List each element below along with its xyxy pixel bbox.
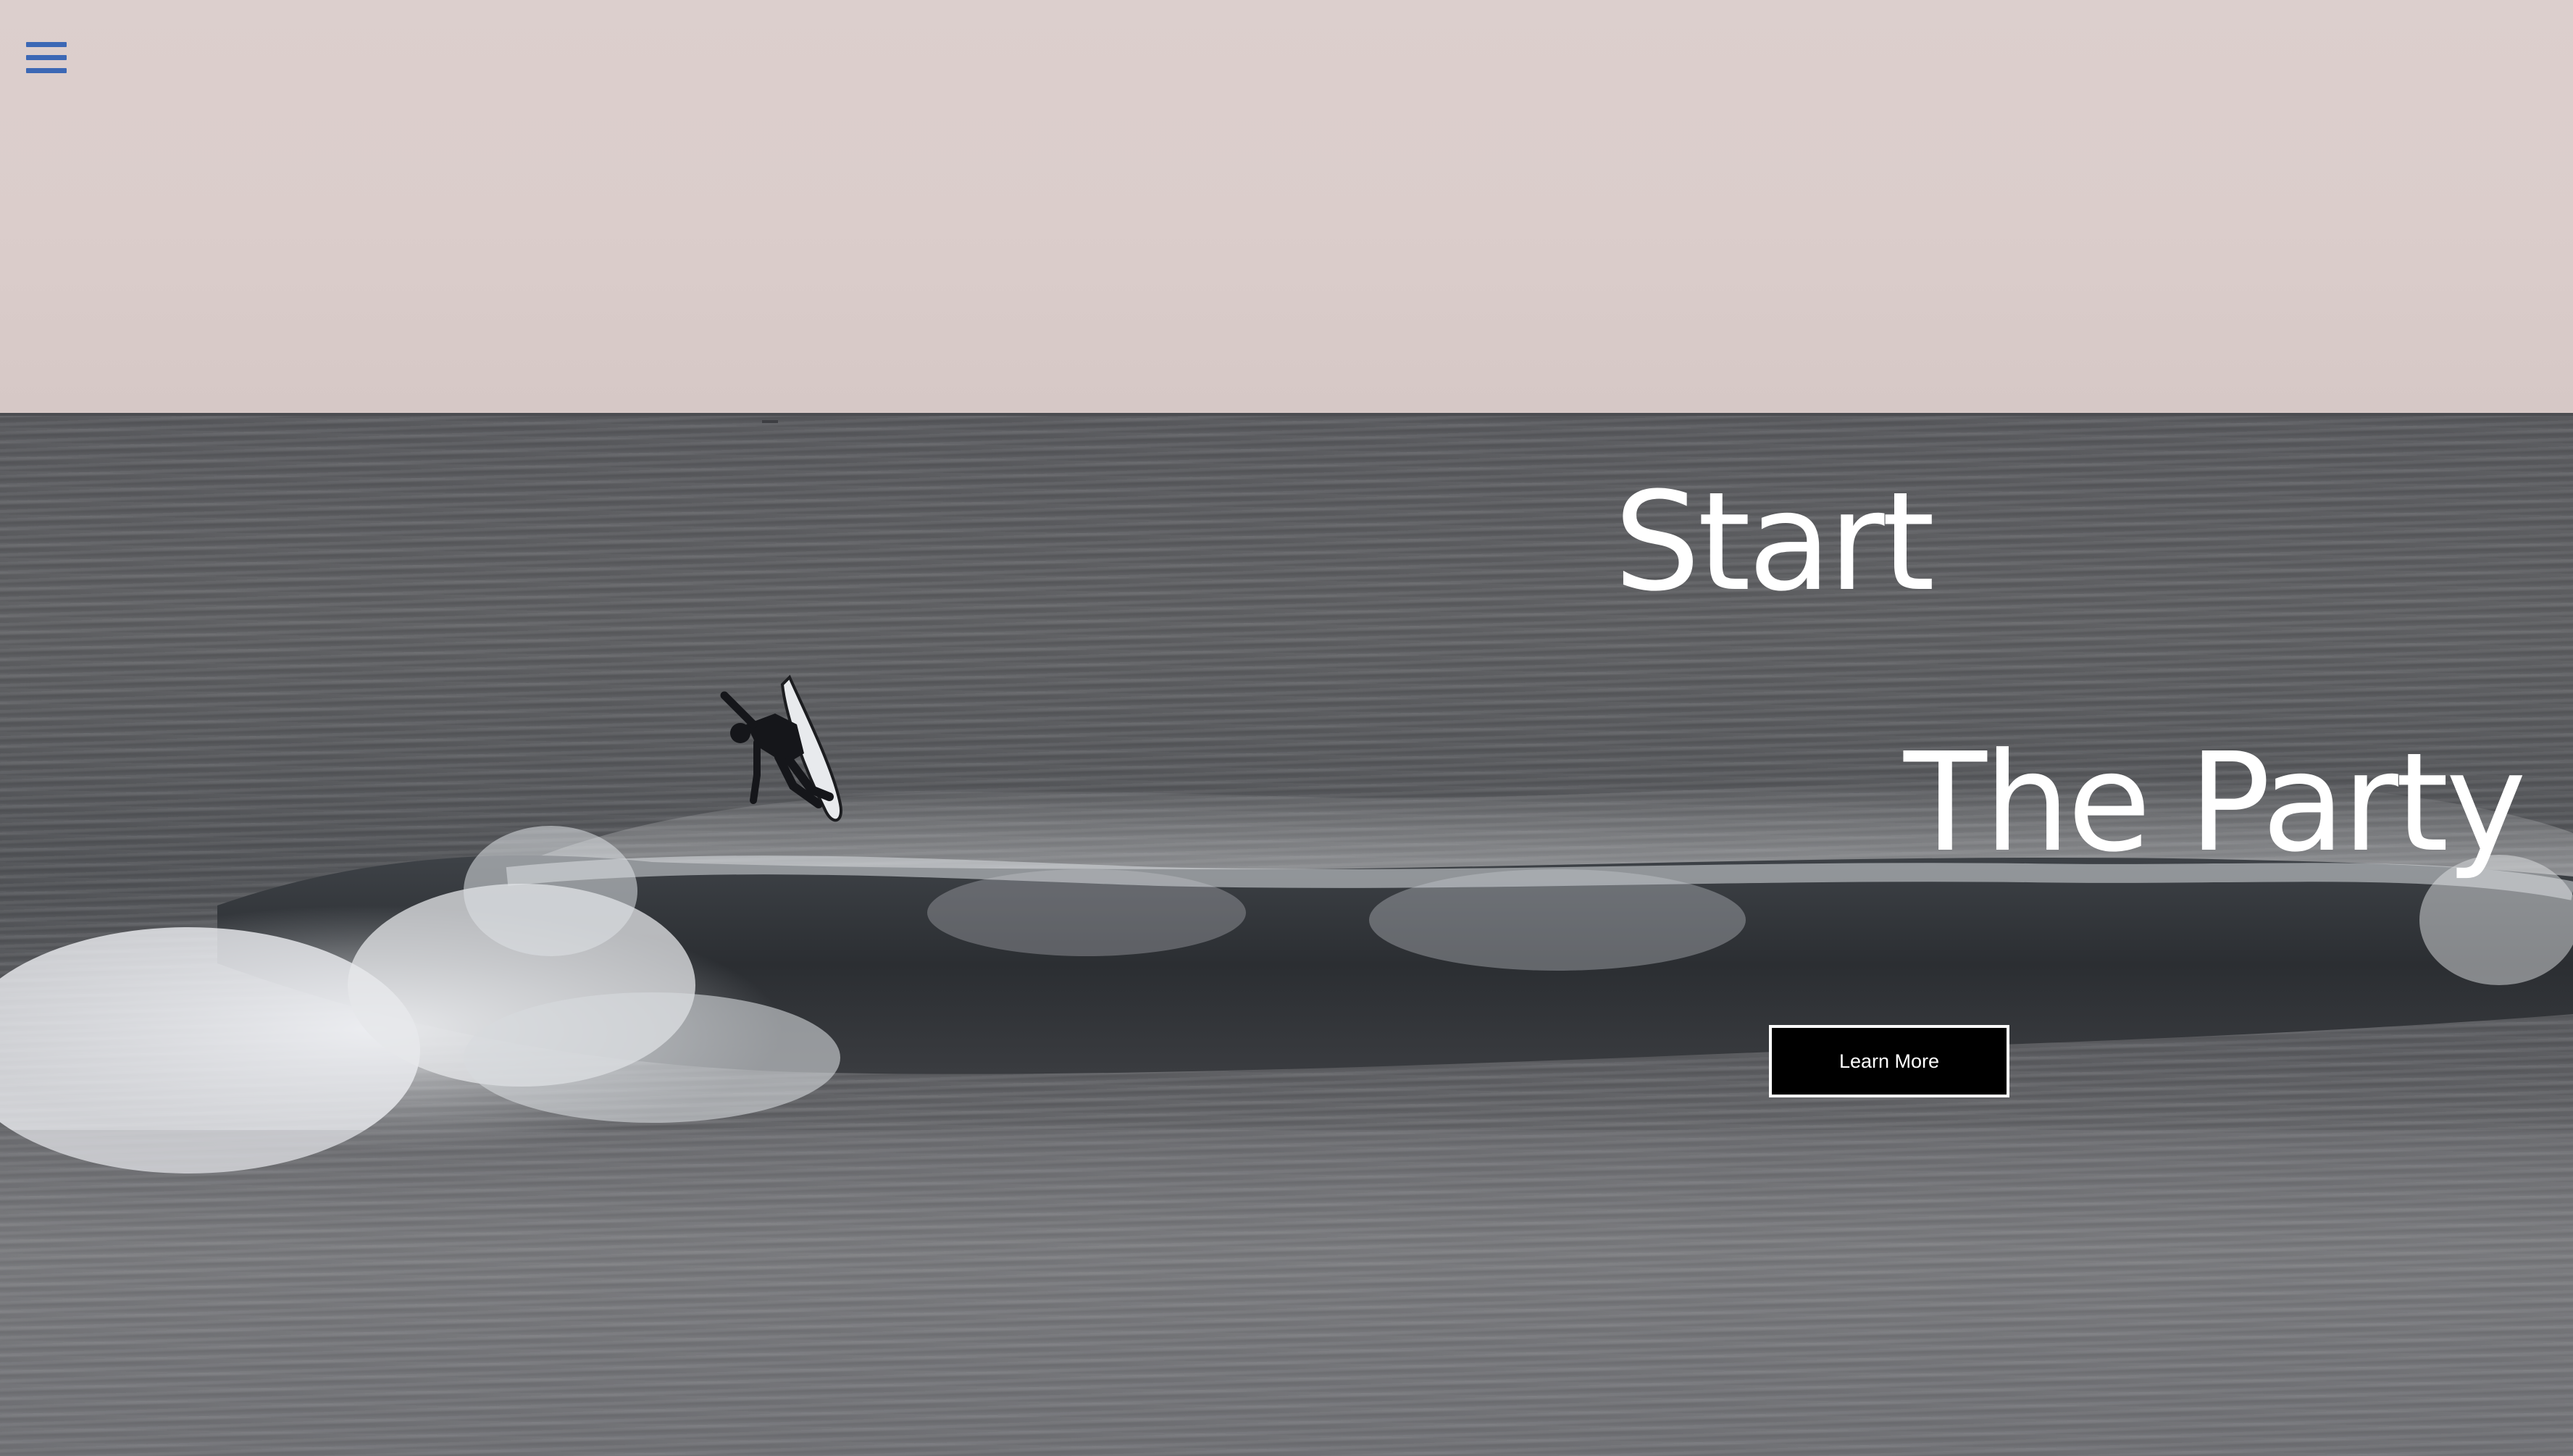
menu-bar-middle xyxy=(26,55,67,60)
hero-section: Start The Party Learn More xyxy=(0,0,2573,1456)
headline-line-2: The Party xyxy=(1904,724,2527,882)
learn-more-button[interactable]: Learn More xyxy=(1769,1025,2009,1097)
headline-line-1: Start xyxy=(1614,463,1935,622)
menu-bar-bottom xyxy=(26,68,67,73)
surfer-silhouette xyxy=(720,674,842,822)
hamburger-menu-icon[interactable] xyxy=(23,41,70,75)
distant-boat xyxy=(762,420,778,423)
menu-bar-top xyxy=(26,42,67,47)
